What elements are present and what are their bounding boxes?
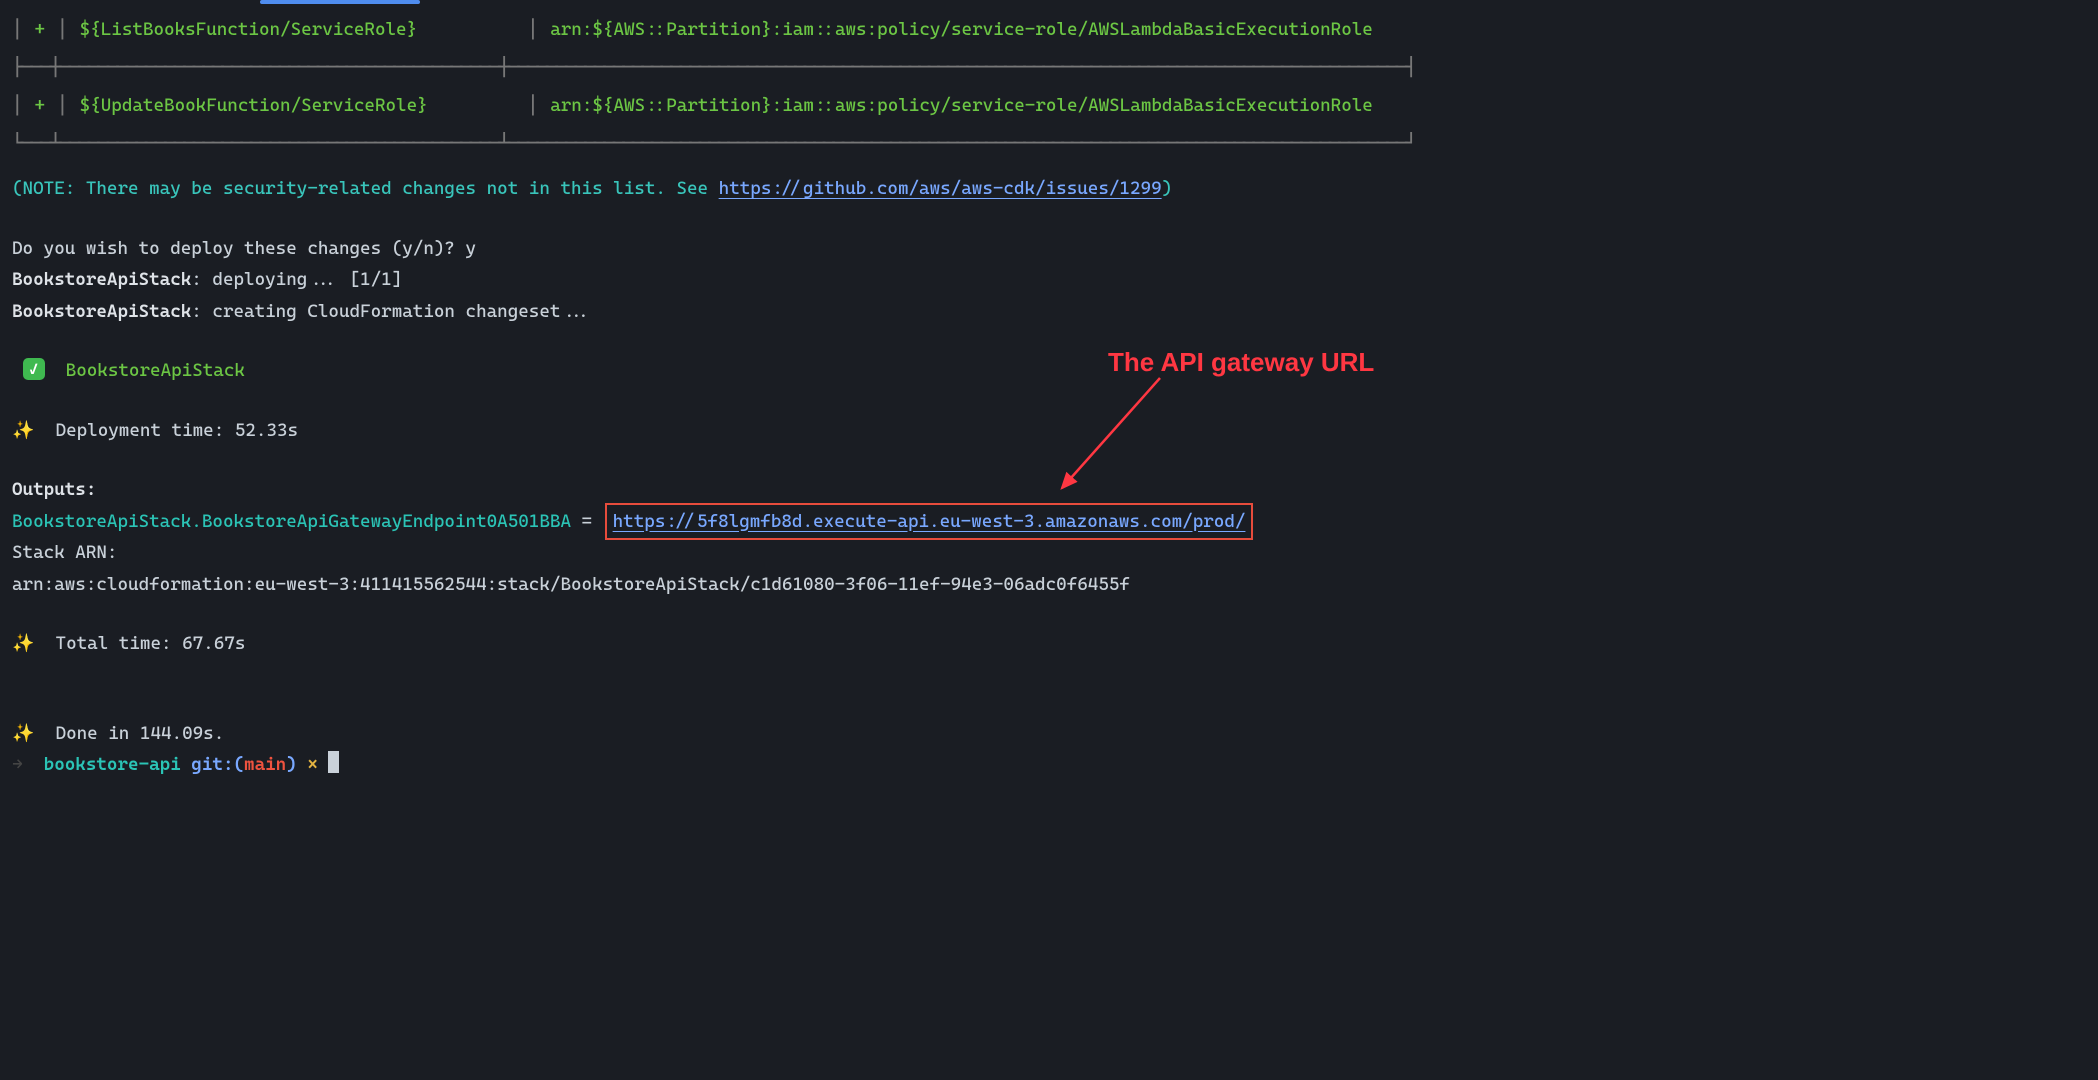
stack-name: BookstoreApiStack	[66, 360, 245, 381]
policy-arn: arn:${AWS::Partition}:iam::aws:policy/se…	[538, 14, 1373, 46]
prompt-git-prefix: git:(	[191, 754, 244, 775]
annotation-label: The API gateway URL	[1108, 340, 1374, 386]
deployment-time: ✨ Deployment time: 52.33s	[12, 415, 2086, 447]
plus-icon: +	[35, 90, 46, 122]
policy-arn: arn:${AWS::Partition}:iam::aws:policy/se…	[538, 90, 1373, 122]
outputs-header: Outputs:	[12, 474, 2086, 506]
plus-icon: +	[35, 14, 46, 46]
prompt-git-suffix: )	[286, 754, 297, 775]
iam-change-row: │ + │ ${UpdateBookFunction/ServiceRole} …	[12, 84, 2086, 128]
deploying-line: BookstoreApiStack: deploying... [1/1]	[12, 264, 2086, 296]
table-separator-bottom: └───┴───────────────────────────────────…	[12, 128, 2086, 160]
github-issue-link[interactable]: https://github.com/aws/aws-cdk/issues/12…	[719, 178, 1162, 199]
changeset-line: BookstoreApiStack: creating CloudFormati…	[12, 296, 2086, 328]
shell-prompt[interactable]: → bookstore-api git:(main) ×	[12, 749, 2086, 781]
iam-change-row: │ + │ ${ListBooksFunction/ServiceRole} │…	[12, 8, 2086, 52]
deploy-confirm-prompt: Do you wish to deploy these changes (y/n…	[12, 233, 2086, 265]
url-highlight-box: https://5f8lgmfb8d.execute-api.eu-west-3…	[605, 503, 1254, 540]
table-separator: ├───┼───────────────────────────────────…	[12, 52, 2086, 84]
resource-name: ${ListBooksFunction/ServiceRole}	[68, 14, 528, 46]
stack-arn-value: arn:aws:cloudformation:eu-west-3:4114155…	[12, 569, 2086, 601]
security-note: (NOTE: There may be security-related cha…	[12, 173, 2086, 205]
stack-arn-label: Stack ARN:	[12, 537, 2086, 569]
output-key: BookstoreApiStack.BookstoreApiGatewayEnd…	[12, 511, 571, 532]
sparkle-icon: ✨	[12, 723, 34, 744]
stack-success: ✓ BookstoreApiStack	[12, 355, 2086, 387]
api-gateway-url[interactable]: https://5f8lgmfb8d.execute-api.eu-west-3…	[613, 511, 1246, 532]
prompt-directory: bookstore-api	[44, 754, 181, 775]
terminal-output: │ + │ ${ListBooksFunction/ServiceRole} │…	[0, 0, 2098, 781]
cursor	[328, 751, 339, 773]
prompt-arrow-icon: →	[12, 754, 23, 775]
active-tab-indicator	[260, 0, 420, 4]
endpoint-output: BookstoreApiStack.BookstoreApiGatewayEnd…	[12, 506, 2086, 538]
sparkle-icon: ✨	[12, 420, 34, 441]
resource-name: ${UpdateBookFunction/ServiceRole}	[68, 90, 528, 122]
total-time: ✨ Total time: 67.67s	[12, 628, 2086, 660]
prompt-dirty-icon: ×	[307, 754, 318, 775]
check-icon: ✓	[23, 358, 45, 380]
prompt-git-branch: main	[244, 754, 286, 775]
sparkle-icon: ✨	[12, 633, 34, 654]
done-line: ✨ Done in 144.09s.	[12, 718, 2086, 750]
